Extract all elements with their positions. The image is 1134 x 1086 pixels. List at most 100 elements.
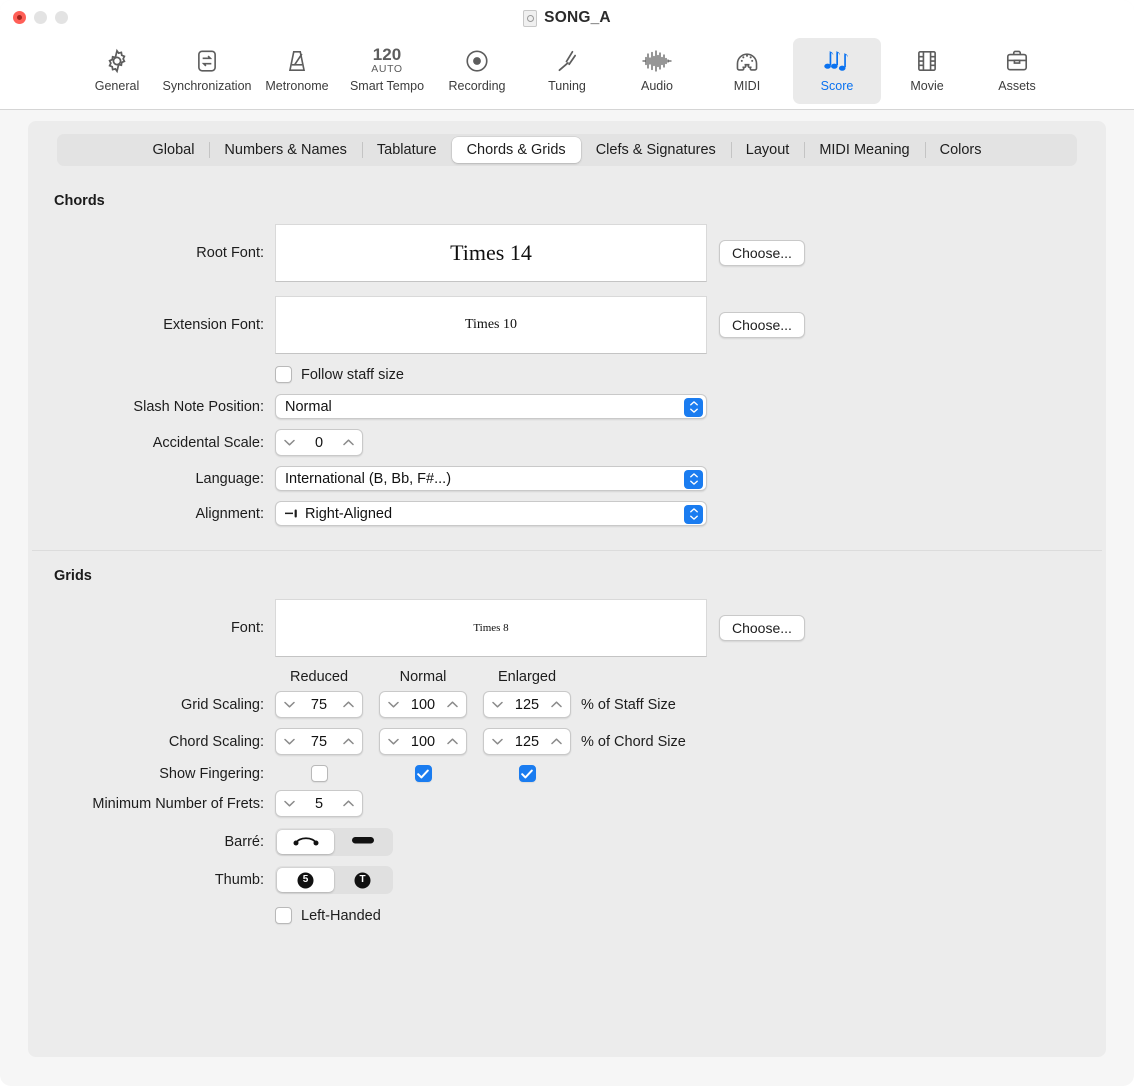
column-header-reduced: Reduced [289,669,349,685]
barre-arc-icon [291,833,321,851]
grid-scaling-units: % of Staff Size [581,696,676,713]
chevron-updown-icon [684,469,703,489]
sync-arrows-icon [194,44,220,77]
toolbar-item-general[interactable]: General [73,38,161,104]
toolbar-label: Recording [448,79,506,93]
show-fingering-normal-checkbox[interactable] [414,765,432,782]
value: 100 [410,733,436,750]
thumb-t-text: T [359,874,366,885]
extension-font-label: Extension Font: [163,317,264,333]
chevron-down-icon [492,701,503,708]
barre-arc-option[interactable] [277,830,334,854]
extension-font-preview-text: Times 10 [464,317,517,332]
tab-clefs-signatures[interactable]: Clefs & Signatures [581,137,731,163]
extension-font-preview[interactable]: Times 10 [275,296,707,354]
root-font-choose-button[interactable]: Choose... [719,240,805,266]
thumb-t-option[interactable]: T [334,868,391,892]
toolbar-item-movie[interactable]: Movie [883,38,971,104]
show-fingering-enlarged-checkbox[interactable] [518,765,536,782]
toolbar-item-synchronization[interactable]: Synchronization [163,38,251,104]
toolbar-label: Movie [910,79,944,93]
value: 75 [310,733,328,750]
grid-font-choose-button[interactable]: Choose... [719,615,805,641]
chevron-up-icon [343,439,354,446]
tab-colors[interactable]: Colors [924,137,997,163]
preferences-window: SONG_A General Synchronization Metronome… [0,0,1134,1086]
toolbar-label: Assets [998,79,1036,93]
root-font-label: Root Font: [196,245,264,261]
chord-scaling-enlarged-stepper[interactable]: 125 [483,728,571,755]
grid-font-preview-text: Times 8 [473,622,509,634]
thumb-five-option[interactable]: 5 [277,868,334,892]
barre-label: Barré: [224,834,265,850]
follow-staff-size-checkbox[interactable] [275,366,292,383]
value: 125 [514,696,540,713]
accidental-scale-label: Accidental Scale: [152,434,264,451]
tab-layout[interactable]: Layout [730,137,805,163]
chord-scaling-reduced-stepper[interactable]: 75 [275,728,363,755]
slash-note-position-label: Slash Note Position: [133,398,264,415]
tab-numbers-names[interactable]: Numbers & Names [209,137,361,163]
toolbar-label: Score [820,79,854,93]
music-notes-icon [823,44,851,77]
chevron-up-icon [551,701,562,708]
alignment-select[interactable]: Right-Aligned [275,501,707,526]
toolbar-item-audio[interactable]: Audio [613,38,701,104]
toolbar-label: Tuning [548,79,586,93]
toolbar-item-midi[interactable]: MIDI [703,38,791,104]
tab-global[interactable]: Global [138,137,210,163]
toolbar-item-score[interactable]: Score [793,38,881,104]
root-font-preview[interactable]: Times 14 [275,224,707,282]
thumb-t-icon: T [354,872,371,889]
thumb-5-icon: 5 [297,872,314,889]
accidental-scale-stepper[interactable]: 0 [275,429,363,456]
chevron-up-icon [343,800,354,807]
settings-panel: Global Numbers & Names Tablature Chords … [28,121,1106,1057]
metronome-icon [284,44,310,77]
tab-tablature[interactable]: Tablature [361,137,452,163]
toolbar-label: General [94,79,140,93]
checkmark-icon [521,769,533,778]
right-align-icon [285,508,299,519]
toolbar-item-recording[interactable]: Recording [433,38,521,104]
column-header-normal: Normal [399,669,447,685]
chord-scaling-normal-stepper[interactable]: 100 [379,728,467,755]
chevron-down-icon [388,701,399,708]
left-handed-checkbox[interactable] [275,907,292,924]
accidental-scale-value: 0 [314,434,324,451]
grid-scaling-label: Grid Scaling: [180,696,264,713]
toolbar-label: Smart Tempo [349,79,425,93]
chevron-down-icon [284,439,295,446]
gear-icon [104,44,130,77]
thumb-label: Thumb: [214,872,264,888]
column-header-enlarged: Enlarged [497,669,557,685]
toolbar-item-tuning[interactable]: Tuning [523,38,611,104]
minimum-frets-stepper[interactable]: 5 [275,790,363,817]
briefcase-icon [1004,44,1030,77]
language-label: Language: [195,470,264,487]
window-title: SONG_A [544,9,611,26]
grid-scaling-reduced-stepper[interactable]: 75 [275,691,363,718]
extension-font-choose-button[interactable]: Choose... [719,312,805,338]
value: 75 [310,696,328,713]
chevron-up-icon [343,738,354,745]
waveform-icon [642,44,672,77]
grid-scaling-normal-stepper[interactable]: 100 [379,691,467,718]
grid-font-preview[interactable]: Times 8 [275,599,707,657]
tab-chords-grids[interactable]: Chords & Grids [451,137,581,163]
toolbar-item-metronome[interactable]: Metronome [253,38,341,104]
barre-bar-option[interactable] [334,830,391,854]
grid-scaling-enlarged-stepper[interactable]: 125 [483,691,571,718]
toolbar-item-assets[interactable]: Assets [973,38,1061,104]
document-icon [523,9,538,27]
slash-note-position-select[interactable]: Normal [275,394,707,419]
grid-font-label: Font: [230,620,264,636]
language-select[interactable]: International (B, Bb, F#...) [275,466,707,491]
value: 125 [514,733,540,750]
show-fingering-reduced-checkbox[interactable] [310,765,328,782]
chevron-down-icon [492,738,503,745]
record-circle-icon [464,44,490,77]
tab-midi-meaning[interactable]: MIDI Meaning [804,137,924,163]
minimum-frets-label: Minimum Number of Frets: [92,795,264,812]
toolbar-item-smart-tempo[interactable]: 120 AUTO Smart Tempo [343,38,431,104]
